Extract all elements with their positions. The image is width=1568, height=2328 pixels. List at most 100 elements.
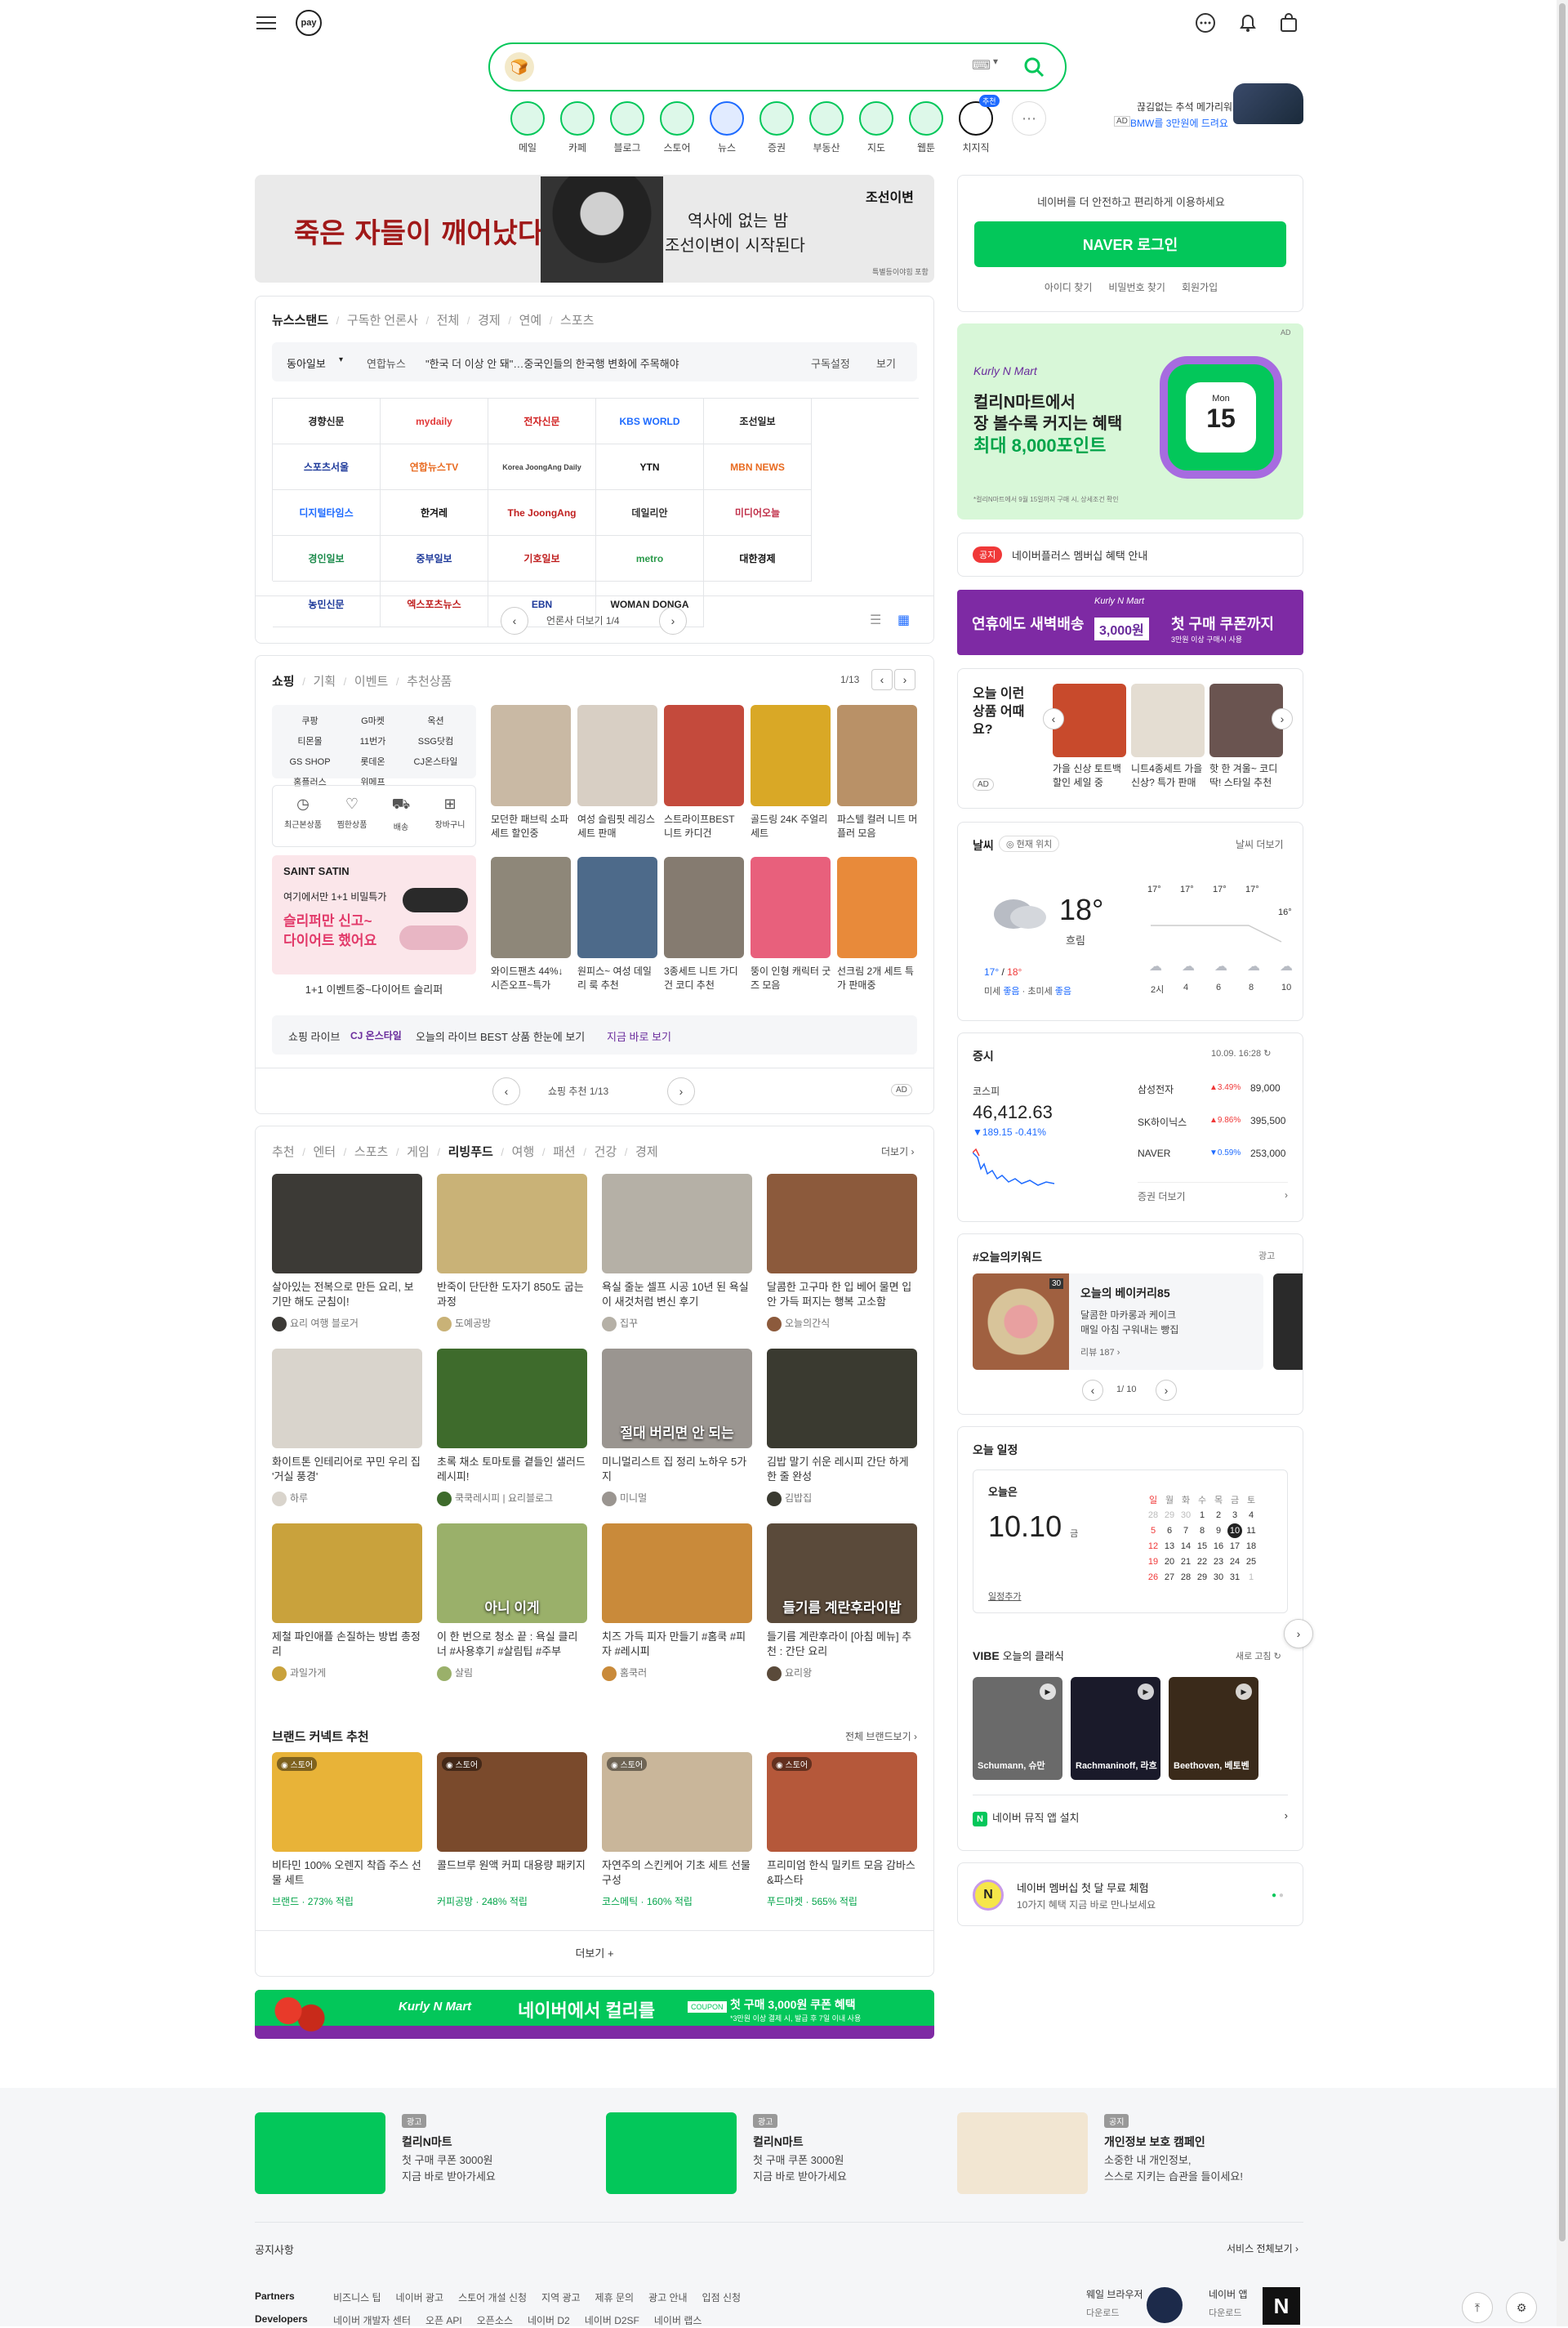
shop-next-button[interactable]: › — [667, 1077, 695, 1105]
calendar-day[interactable]: 13 — [1161, 1538, 1178, 1554]
grid-view-icon[interactable]: ▦ — [898, 612, 910, 628]
product-name[interactable]: 스트라이프BEST 니트 카디건 — [664, 813, 746, 841]
shop-next-small[interactable]: › — [894, 669, 915, 690]
calendar-day[interactable]: 24 — [1227, 1554, 1243, 1569]
content-image[interactable] — [767, 1174, 917, 1273]
calendar-day[interactable]: 23 — [1210, 1554, 1227, 1569]
calendar-day[interactable]: 2 — [1210, 1507, 1227, 1523]
content-caption[interactable]: 살아있는 전복으로 만든 요리, 보기만 해도 군침이! — [272, 1280, 422, 1309]
calendar-day[interactable]: 17 — [1227, 1538, 1243, 1554]
brand-image[interactable]: ◉ 스토어 — [437, 1752, 587, 1852]
content-caption[interactable]: 치즈 가득 피자 만들기 #홈쿡 #피자 #레시피 — [602, 1630, 752, 1659]
calendar-day[interactable]: 29 — [1161, 1507, 1178, 1523]
calendar-day[interactable]: 25 — [1243, 1554, 1259, 1569]
hamburger-icon[interactable] — [253, 10, 279, 36]
shortcut-1[interactable]: ♡ 찜한상품 — [328, 796, 376, 830]
news-tab[interactable]: 연예 — [519, 314, 542, 328]
shop-tab[interactable]: 이벤트 — [354, 675, 388, 689]
partners-link[interactable]: 비즈니스 팁 — [333, 2292, 381, 2303]
service-9[interactable]: 추천 치지직 — [951, 95, 1000, 154]
brand-image[interactable]: ◉ 스토어 — [767, 1752, 917, 1852]
content-image[interactable] — [272, 1174, 422, 1273]
album-cover[interactable]: ▶ Beethoven, 베토벤 — [1169, 1677, 1258, 1780]
shortcut-2[interactable]: ⛟ 배송 — [377, 796, 425, 832]
product-image[interactable] — [577, 857, 657, 958]
footer-promo-image[interactable] — [606, 2112, 737, 2194]
calendar-day[interactable]: 4 — [1243, 1507, 1259, 1523]
content-image[interactable] — [272, 1523, 422, 1623]
content-caption[interactable]: 제철 파인애플 손질하는 방법 총정리 — [272, 1630, 422, 1659]
mall-link[interactable]: 11번가 — [341, 734, 404, 747]
product-name[interactable]: 여성 슬림핏 레깅스 세트 판매 — [577, 813, 659, 841]
press-logo[interactable]: KBS WORLD — [596, 399, 704, 444]
news-subscribe-link[interactable]: 구독설정 — [811, 355, 850, 371]
calendar-day[interactable]: 16 — [1210, 1538, 1227, 1554]
calendar-day[interactable]: 22 — [1194, 1554, 1210, 1569]
press-logo[interactable]: 경인일보 — [273, 536, 381, 582]
press-logo[interactable]: MBN NEWS — [704, 444, 812, 490]
shopping-promo[interactable]: SAINT SATIN 여기에서만 1+1 비밀특가 슬리퍼만 신고~ 다이어트… — [272, 855, 476, 974]
footer-promo-title[interactable]: 개인정보 보호 캠페인 — [1104, 2134, 1205, 2150]
developers-link[interactable]: 네이버 개발자 센터 — [333, 2315, 411, 2326]
content-image[interactable]: 아니 이게 — [437, 1523, 587, 1623]
partners-link[interactable]: 제휴 문의 — [595, 2292, 635, 2303]
news-tab[interactable]: 전체 — [437, 314, 460, 328]
pay-button[interactable]: pay — [296, 10, 322, 36]
calendar-day[interactable]: 19 — [1145, 1554, 1161, 1569]
service-3[interactable]: 스토어 — [653, 101, 702, 154]
mall-link[interactable]: G마켓 — [341, 714, 404, 727]
shop-live-banner[interactable]: 쇼핑 라이브 CJ 온스타일 오늘의 라이브 BEST 상품 한눈에 보기 지금… — [272, 1015, 917, 1055]
load-more-button[interactable]: 더보기 + — [256, 1945, 933, 1960]
mall-link[interactable]: 옥션 — [404, 714, 467, 727]
press-logo[interactable]: The JoongAng — [488, 490, 596, 536]
brand-caption[interactable]: 자연주의 스킨케어 기초 세트 선물 구성 — [602, 1858, 752, 1888]
settings-gear-icon[interactable]: ⚙ — [1506, 2292, 1537, 2323]
product-name[interactable]: 파스텔 컬러 니트 머플러 모음 — [837, 813, 919, 841]
calendar-day[interactable]: 28 — [1178, 1569, 1194, 1585]
press-logo[interactable]: 대한경제 — [704, 536, 812, 582]
shortcut-3[interactable]: ⊞ 장바구니 — [426, 796, 474, 830]
product-name[interactable]: 뚱이 인형 캐릭터 굿즈 모음 — [751, 965, 832, 992]
press-logo[interactable]: 연합뉴스TV — [381, 444, 488, 490]
shop-prev-small[interactable]: ‹ — [871, 669, 893, 690]
today-prev-button[interactable]: ‹ — [1043, 708, 1064, 729]
notice-box[interactable]: 공지 네이버플러스 멤버십 혜택 안내 — [957, 533, 1303, 577]
bell-icon[interactable] — [1235, 10, 1261, 36]
service-4[interactable]: 뉴스 — [702, 101, 751, 154]
play-icon[interactable]: ▶ — [1040, 1684, 1056, 1700]
calendar-day[interactable]: 6 — [1161, 1523, 1178, 1538]
news-tab[interactable]: 구독한 언론사 — [347, 314, 418, 328]
service-0[interactable]: 메일 — [503, 101, 552, 154]
hashtag-prev-button[interactable]: ‹ — [1082, 1380, 1103, 1401]
content-tab[interactable]: 여행 — [512, 1145, 535, 1159]
press-logo[interactable]: YTN — [596, 444, 704, 490]
press-logo[interactable]: 조선일보 — [704, 399, 812, 444]
shopping-bag-icon[interactable] — [1276, 10, 1302, 36]
login-link[interactable]: 아이디 찾기 — [1045, 282, 1093, 293]
footer-promo-image[interactable] — [957, 2112, 1088, 2194]
press-logo[interactable]: 미디어오늘 — [704, 490, 812, 536]
press-logo[interactable]: 기호일보 — [488, 536, 596, 582]
calendar-day[interactable]: 5 — [1145, 1523, 1161, 1538]
brand-image[interactable]: ◉ 스토어 — [602, 1752, 752, 1852]
calendar-day[interactable]: 30 — [1210, 1569, 1227, 1585]
brand-image[interactable]: ◉ 스토어 — [272, 1752, 422, 1852]
calendar-day[interactable]: 10 — [1227, 1523, 1243, 1538]
press-logo[interactable]: 스포츠서울 — [273, 444, 381, 490]
stock-name[interactable]: SK하이닉스 — [1138, 1115, 1187, 1129]
shortcut-0[interactable]: ◷ 최근본상품 — [279, 796, 327, 830]
main-banner[interactable]: 죽은 자들이 깨어났다 역사에 없는 밤 조선이변이 시작된다 조선이변 특별등… — [255, 175, 934, 283]
service-1[interactable]: 카페 — [553, 101, 602, 154]
location-button[interactable]: ◎ 현재 위치 — [999, 836, 1060, 852]
membership-promo[interactable]: N 네이버 멤버십 첫 달 무료 체험 10가지 혜택 지금 바로 만나보세요 … — [957, 1862, 1303, 1926]
chevron-down-icon[interactable]: ▾ — [993, 56, 998, 67]
calendar-day[interactable]: 7 — [1178, 1523, 1194, 1538]
content-tab[interactable]: 건강 — [595, 1145, 617, 1159]
calendar-day[interactable]: 12 — [1145, 1538, 1161, 1554]
live-link[interactable]: 지금 바로 보기 — [607, 1028, 671, 1044]
calendar-day[interactable]: 21 — [1178, 1554, 1194, 1569]
content-image[interactable] — [437, 1349, 587, 1448]
hashtag-card[interactable]: 30 오늘의 베이커리85 달콤한 마카롱과 케이크 매일 아침 구워내는 빵집… — [973, 1273, 1263, 1370]
press-logo[interactable]: 중부일보 — [381, 536, 488, 582]
mall-link[interactable]: 티몬몰 — [278, 734, 341, 747]
